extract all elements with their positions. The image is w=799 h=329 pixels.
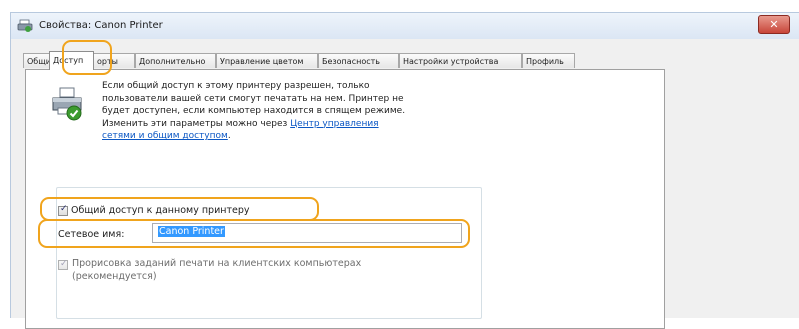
render-jobs-checkbox-row: ✓ Прорисовка заданий печати на клиентски… bbox=[58, 257, 418, 283]
render-jobs-label: Прорисовка заданий печати на клиентских … bbox=[72, 258, 362, 269]
checkmark-icon: ✓ bbox=[60, 203, 68, 214]
network-name-value: Canon Printer bbox=[158, 226, 225, 237]
title-bar: Свойства: Canon Printer ✕ bbox=[10, 12, 799, 39]
tab-color-management[interactable]: Управление цветом bbox=[216, 53, 318, 68]
window-title: Свойства: Canon Printer bbox=[39, 20, 163, 31]
shared-printer-icon bbox=[52, 87, 82, 121]
share-printer-checkbox-row[interactable]: ✓ Общий доступ к данному принтеру bbox=[58, 203, 250, 216]
render-jobs-sublabel: (рекомендуется) bbox=[72, 271, 157, 282]
description-line: будет доступен, если компьютер находится… bbox=[102, 106, 406, 116]
network-name-input[interactable]: Canon Printer bbox=[152, 223, 462, 243]
share-printer-label: Общий доступ к данному принтеру bbox=[71, 205, 250, 216]
description-line: Изменить эти параметры можно через bbox=[102, 118, 288, 129]
tab-advanced[interactable]: Дополнительно bbox=[135, 53, 216, 68]
network-center-link[interactable]: Центр управления bbox=[290, 119, 378, 129]
share-printer-checkbox[interactable]: ✓ bbox=[58, 203, 68, 216]
tab-sharing[interactable]: Доступ bbox=[49, 51, 94, 70]
tab-device-settings[interactable]: Настройки устройства bbox=[399, 53, 522, 68]
checkmark-icon: ✓ bbox=[60, 259, 68, 269]
close-button[interactable]: ✕ bbox=[758, 15, 790, 34]
network-center-link-continued[interactable]: сетями и общим доступом bbox=[102, 131, 228, 141]
tab-general[interactable]: Общи bbox=[23, 53, 50, 68]
network-name-label: Сетевое имя: bbox=[58, 229, 125, 240]
close-icon: ✕ bbox=[769, 18, 779, 31]
description-line: пользователи вашей сети смогут печатать … bbox=[102, 93, 404, 104]
printer-icon bbox=[17, 19, 33, 32]
tab-ports[interactable]: орты bbox=[93, 53, 135, 68]
description-line: Если общий доступ к этому принтеру разре… bbox=[102, 81, 370, 91]
tab-profile[interactable]: Профиль bbox=[522, 53, 575, 68]
render-jobs-checkbox: ✓ bbox=[58, 259, 68, 270]
description-period: . bbox=[227, 131, 231, 141]
sharing-description: Если общий доступ к этому принтеру разре… bbox=[102, 80, 492, 143]
tab-security[interactable]: Безопасность bbox=[318, 53, 399, 68]
